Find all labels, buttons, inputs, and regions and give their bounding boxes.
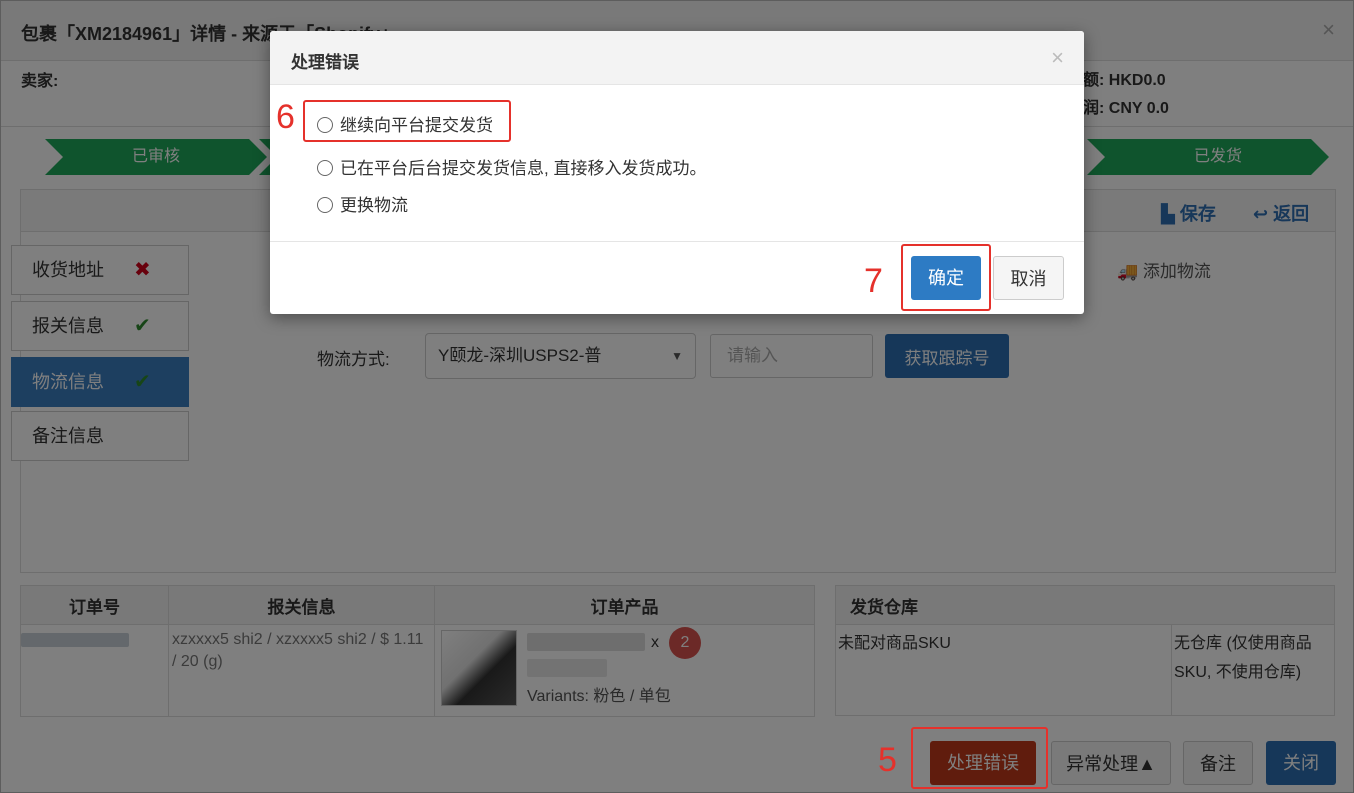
option-label: 更换物流 (340, 196, 408, 215)
dialog-divider (270, 241, 1084, 242)
annotation-box-5 (911, 727, 1048, 789)
annotation-box-6 (303, 100, 511, 142)
annotation-number-6: 6 (276, 98, 295, 136)
option-change-carrier[interactable]: 更换物流 (317, 191, 408, 216)
dialog-title: 处理错误 (291, 53, 359, 72)
cancel-button[interactable]: 取消 (993, 256, 1064, 300)
annotation-box-7 (901, 244, 991, 311)
close-icon[interactable]: × (1051, 45, 1064, 71)
option-label: 已在平台后台提交发货信息, 直接移入发货成功。 (340, 159, 707, 178)
radio-button[interactable] (317, 160, 333, 176)
radio-button[interactable] (317, 197, 333, 213)
annotation-number-7: 7 (864, 262, 883, 300)
annotation-number-5: 5 (878, 741, 897, 779)
option-mark-shipped[interactable]: 已在平台后台提交发货信息, 直接移入发货成功。 (317, 154, 706, 179)
dialog-header: 处理错误 × (270, 31, 1084, 85)
